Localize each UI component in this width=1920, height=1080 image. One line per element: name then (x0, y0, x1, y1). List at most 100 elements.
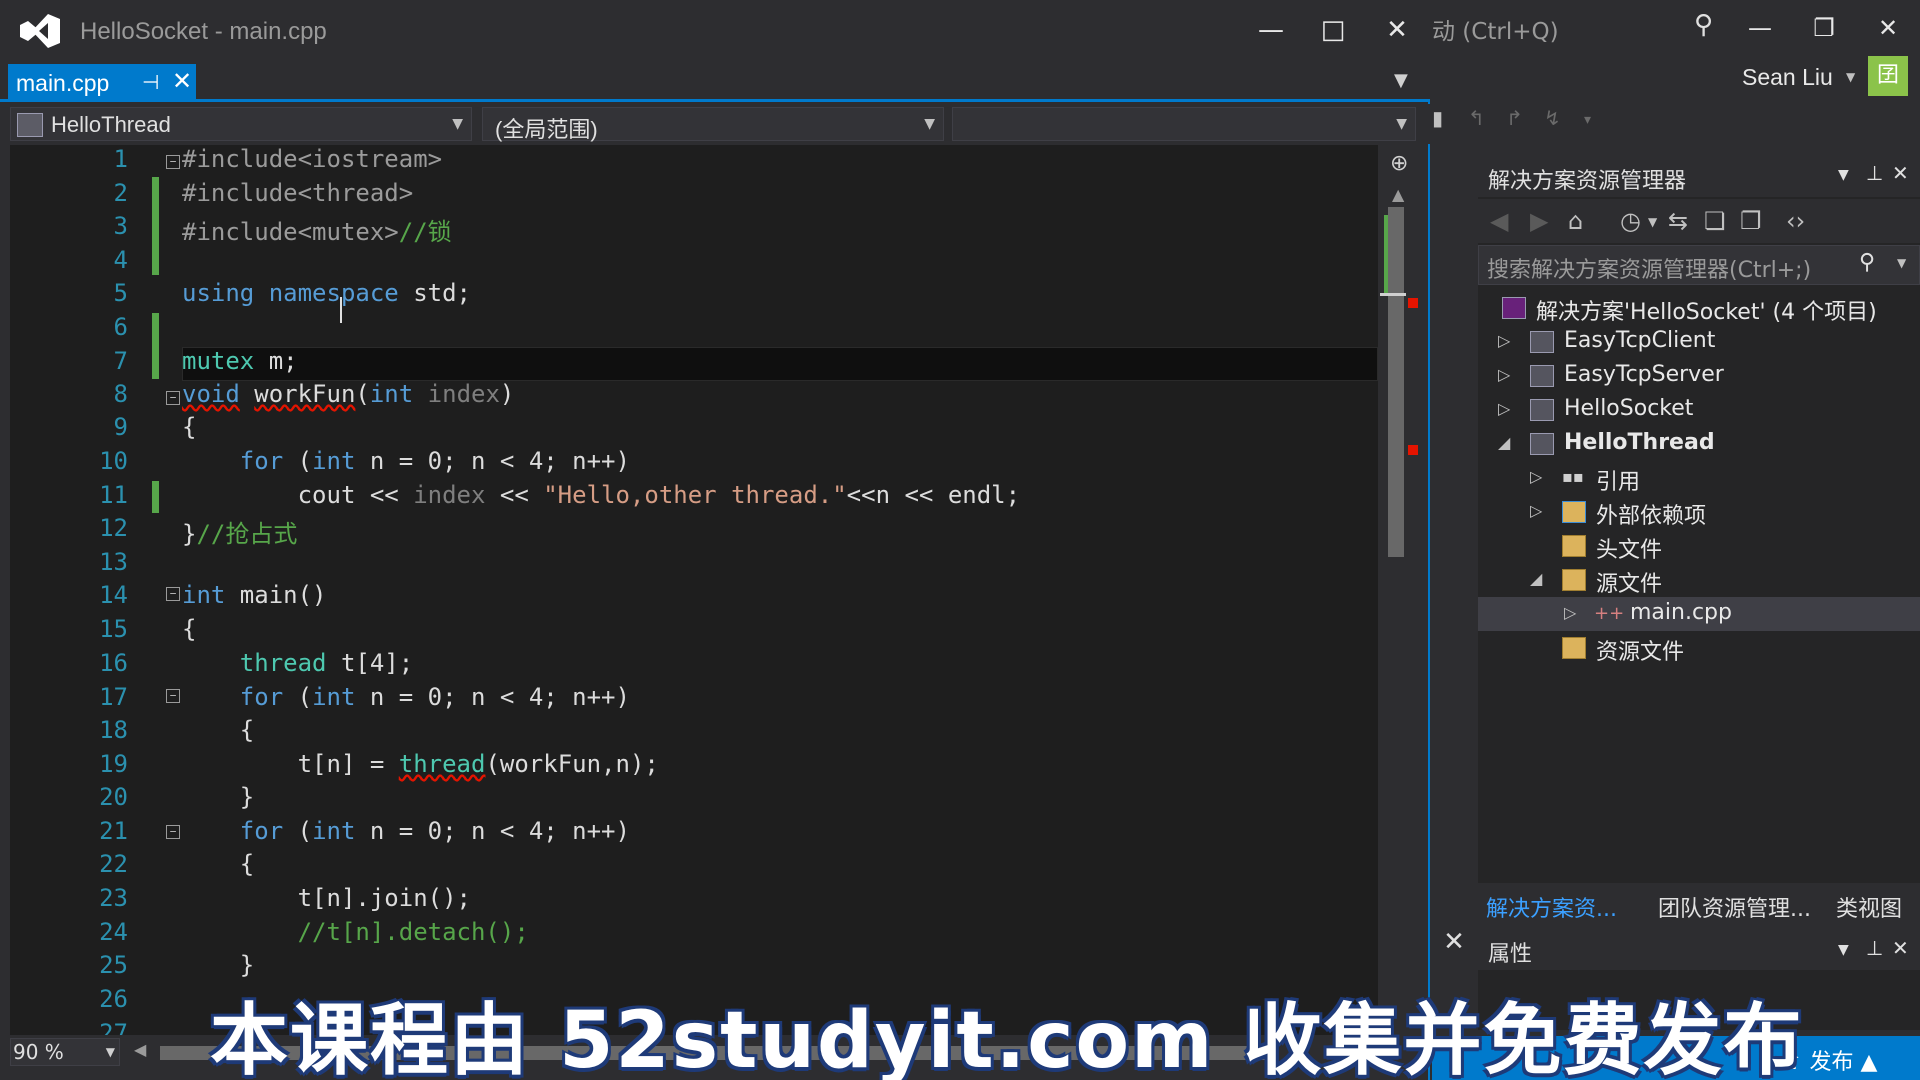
fold-toggle[interactable]: − (166, 391, 180, 405)
expand-icon[interactable]: ▷ (1498, 331, 1510, 350)
collapse-icon[interactable]: ◢ (1530, 569, 1542, 588)
tree-node-project[interactable]: ▷ EasyTcpServer (1478, 359, 1920, 393)
close-icon[interactable]: ✕ (1892, 936, 1909, 960)
code-line[interactable]: #include<mutex>//锁 (182, 212, 452, 247)
line-number: 11 (99, 481, 128, 509)
quick-launch[interactable]: 动 (Ctrl+Q) ⚲ (1432, 6, 1732, 46)
back-icon[interactable]: ◀ (1490, 207, 1508, 235)
chevron-down-icon[interactable]: ▼ (1648, 215, 1657, 229)
code-line[interactable]: t[n].join(); (182, 884, 471, 912)
code-line[interactable]: { (182, 413, 196, 441)
code-line[interactable]: }//抢占式 (182, 514, 297, 549)
search-icon[interactable]: ⚲ (1859, 250, 1875, 275)
chevron-down-icon[interactable]: ▼ (1846, 70, 1855, 84)
tab-overflow-chevron-down-icon[interactable]: ▼ (1394, 70, 1408, 91)
code-line[interactable]: #include<thread> (182, 179, 413, 207)
chevron-down-icon[interactable]: ▼ (1897, 256, 1906, 270)
collapse-all-icon[interactable]: ❏ (1704, 207, 1726, 235)
close-icon[interactable]: ✕ (1432, 920, 1476, 964)
bookmark-icon[interactable]: ▮ (1432, 106, 1443, 130)
code-line[interactable]: using namespace std; (182, 279, 471, 307)
expand-icon[interactable]: ▷ (1564, 603, 1576, 622)
code-line[interactable]: t[n] = thread(workFun,n); (182, 750, 659, 778)
pin-icon[interactable]: ⊥ (1866, 936, 1883, 960)
scope-dropdown[interactable]: (全局范围) ▼ (482, 107, 944, 142)
code-line[interactable]: } (182, 783, 254, 811)
fold-toggle[interactable]: − (166, 825, 180, 839)
code-line[interactable]: mutex m; (182, 347, 298, 375)
expand-icon[interactable]: ▷ (1530, 501, 1542, 520)
code-line[interactable]: cout << index << "Hello,other thread."<<… (182, 481, 1020, 509)
expand-icon[interactable]: ▷ (1498, 399, 1510, 418)
history-icon[interactable]: ◷ (1620, 207, 1641, 235)
pin-icon[interactable]: ⊥ (1866, 161, 1883, 185)
fold-toggle[interactable]: − (166, 587, 180, 601)
close-icon[interactable]: ✕ (1892, 161, 1909, 185)
toolbar-overflow-icon[interactable]: ▾ (1584, 112, 1591, 128)
expand-icon[interactable]: ▷ (1530, 467, 1542, 486)
code-line[interactable]: { (182, 716, 254, 744)
code-line[interactable]: for (int n = 0; n < 4; n++) (182, 683, 630, 711)
tree-node-label: 解决方案'HelloSocket' (4 个项目) (1536, 300, 1877, 325)
fold-toggle[interactable]: − (166, 155, 180, 169)
scroll-thumb[interactable] (1388, 207, 1404, 557)
scroll-left-arrow-icon[interactable]: ◀ (134, 1040, 146, 1059)
tree-node-external-deps[interactable]: ▷ 外部依赖项 (1478, 495, 1920, 529)
project-dropdown[interactable]: HelloThread ▼ (10, 107, 472, 141)
member-dropdown[interactable]: ▼ (952, 107, 1416, 141)
tree-node-main-cpp[interactable]: ▷ ++ main.cpp (1478, 597, 1920, 631)
tab-class-view[interactable]: 类视图 (1836, 891, 1902, 923)
bookmark-prev-icon[interactable]: ↰ (1468, 106, 1485, 130)
bookmark-clear-icon[interactable]: ↯ (1544, 106, 1561, 130)
minimize-button[interactable]: — (1248, 8, 1294, 52)
chevron-down-icon[interactable]: ▼ (1838, 942, 1849, 958)
code-line[interactable]: for (int n = 0; n < 4; n++) (182, 447, 630, 475)
code-view-icon[interactable]: ‹› (1786, 207, 1805, 235)
avatar[interactable]: 囝 (1868, 56, 1908, 96)
split-handle-icon[interactable]: ⊕ (1390, 151, 1408, 176)
fold-toggle[interactable]: − (166, 689, 180, 703)
code-editor[interactable]: 1 2 3 4 5 6 7 8 9 10 11 12 13 14 15 16 17 18 19 20 21 22 23 24 2… (10, 145, 1378, 1035)
minimize-button[interactable]: — (1740, 8, 1780, 48)
code-line[interactable]: int main() (182, 581, 327, 609)
chevron-down-icon[interactable]: ▼ (1838, 167, 1849, 183)
sync-icon[interactable]: ⇆ (1668, 207, 1688, 235)
forward-icon[interactable]: ▶ (1530, 207, 1548, 235)
tree-node-project[interactable]: ▷ HelloSocket (1478, 393, 1920, 427)
scroll-up-arrow-icon[interactable]: ▲ (1392, 185, 1404, 204)
tab-team-explorer[interactable]: 团队资源管理... (1658, 891, 1811, 923)
pin-icon[interactable]: ⊣ (142, 70, 159, 94)
code-line[interactable]: //t[n].detach(); (182, 918, 529, 946)
maximize-button[interactable]: □ (1310, 8, 1356, 52)
code-line[interactable]: { (182, 850, 254, 878)
code-line[interactable]: void workFun(int index) (182, 380, 514, 408)
code-line[interactable]: #include<iostream> (182, 145, 442, 173)
tree-node-project[interactable]: ▷ EasyTcpClient (1478, 325, 1920, 359)
tree-node-project-startup[interactable]: ◢ HelloThread (1478, 427, 1920, 461)
close-button[interactable]: ✕ (1374, 8, 1420, 52)
code-line[interactable]: for (int n = 0; n < 4; n++) (182, 817, 630, 845)
bookmark-next-icon[interactable]: ↱ (1506, 106, 1523, 130)
collapse-icon[interactable]: ◢ (1498, 433, 1510, 452)
zoom-dropdown[interactable]: 90 % ▼ (10, 1038, 120, 1066)
tree-node-references[interactable]: ▷ ▪▪ 引用 (1478, 461, 1920, 495)
code-line[interactable]: thread t[4]; (182, 649, 413, 677)
code-line[interactable]: { (182, 615, 196, 643)
tree-node-source-files[interactable]: ◢ 源文件 (1478, 563, 1920, 597)
tree-node-header-files[interactable]: 头文件 (1478, 529, 1920, 563)
home-icon[interactable]: ⌂ (1568, 207, 1583, 235)
restore-button[interactable]: ❐ (1804, 8, 1844, 48)
tab-solution-explorer[interactable]: 解决方案资... (1486, 891, 1617, 923)
tree-node-resource-files[interactable]: 资源文件 (1478, 631, 1920, 665)
search-icon[interactable]: ⚲ (1694, 10, 1713, 40)
code-line[interactable]: } (182, 951, 254, 979)
vertical-scrollbar[interactable]: ⊕ ▲ (1380, 145, 1420, 1035)
show-all-files-icon[interactable]: ❐ (1740, 207, 1762, 235)
tab-main-cpp[interactable]: main.cpp ⊣ ✕ (8, 64, 196, 102)
tree-node-solution[interactable]: 解决方案'HelloSocket' (4 个项目) (1478, 291, 1920, 325)
close-icon[interactable]: ✕ (172, 67, 192, 95)
close-button[interactable]: ✕ (1868, 8, 1908, 48)
solution-search-input[interactable]: 搜索解决方案资源管理器(Ctrl+;) ⚲ ▼ (1478, 245, 1920, 285)
expand-icon[interactable]: ▷ (1498, 365, 1510, 384)
user-name[interactable]: Sean Liu (1742, 64, 1833, 91)
